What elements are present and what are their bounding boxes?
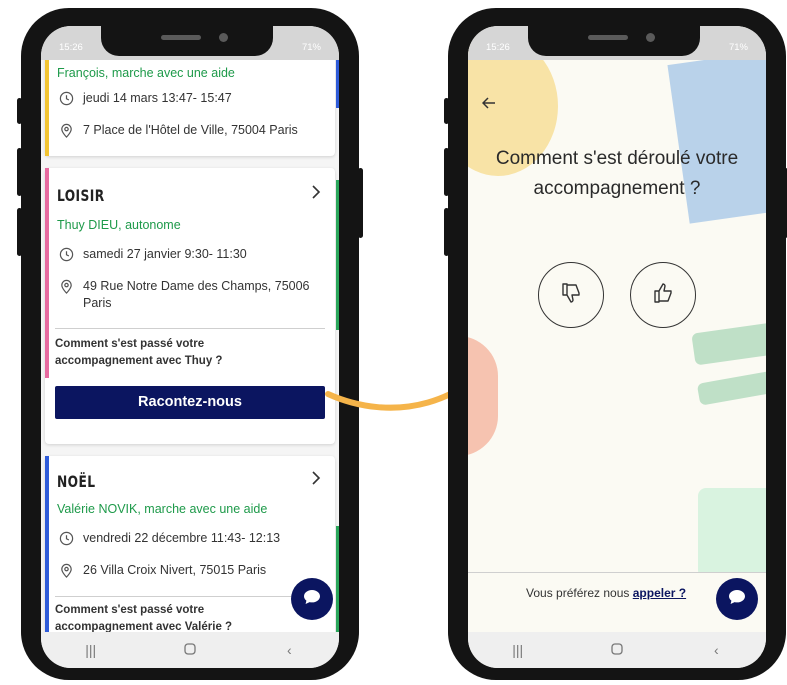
right-screen: 15:26 71% Comment s'est déroulé votre ac…: [468, 26, 766, 668]
stage: 15:26 71% François, marche avec une aide…: [0, 0, 787, 685]
left-phone: 15:26 71% François, marche avec une aide…: [17, 8, 363, 680]
address-row: 49 Rue Notre Dame des Champs, 75006 Pari…: [57, 278, 310, 312]
date-row: jeudi 14 mars 13:47- 15:47: [57, 90, 232, 107]
clock-icon: [59, 531, 74, 551]
phone-side-button: [17, 148, 22, 196]
booking-card-francois[interactable]: François, marche avec une aide jeudi 14 …: [45, 60, 339, 156]
card-stripe: [45, 168, 49, 378]
chat-bubble-icon: [303, 589, 321, 610]
android-nav-bar: ||| ‹: [41, 632, 339, 668]
question-line1: Comment s'est passé votre: [55, 604, 205, 616]
status-time: 15:26: [486, 42, 510, 53]
status-battery: 71%: [728, 42, 748, 53]
card-stripe: [45, 456, 49, 632]
chevron-right-icon[interactable]: [311, 470, 321, 491]
feedback-title: Comment s'est déroulé votre accompagneme…: [468, 144, 766, 204]
phone-side-button: [444, 148, 449, 196]
address-row: 7 Place de l'Hôtel de Ville, 75004 Paris: [57, 122, 298, 139]
thumbs-down-button[interactable]: [538, 262, 604, 328]
card-stripe: [45, 60, 49, 156]
card-edge: [336, 180, 339, 330]
back-icon[interactable]: ‹: [269, 642, 309, 658]
companion-name: Thuy DIEU, autonome: [57, 218, 181, 232]
booking-list[interactable]: François, marche avec une aide jeudi 14 …: [41, 60, 339, 632]
divider: [55, 596, 325, 597]
footer-text: Vous préférez nous: [526, 586, 630, 600]
address-row: 26 Villa Croix Nivert, 75015 Paris: [57, 562, 266, 579]
decor-blob: [698, 488, 766, 578]
clock-icon: [59, 91, 74, 111]
location-pin-icon: [59, 123, 74, 143]
question-line1: Comment s'est passé votre: [55, 338, 205, 350]
right-phone: 15:26 71% Comment s'est déroulé votre ac…: [444, 8, 787, 680]
companion-name: Valérie NOVIK, marche avec une aide: [57, 502, 268, 516]
date-row: samedi 27 janvier 9:30- 11:30: [57, 246, 247, 263]
home-icon[interactable]: [170, 642, 210, 658]
question-line2: accompagnement avec Thuy ?: [55, 355, 223, 367]
thumbs-down-icon: [559, 281, 583, 310]
date-text: jeudi 14 mars 13:47- 15:47: [83, 91, 232, 105]
decor-blob: [696, 368, 766, 406]
companion-name: François, marche avec une aide: [57, 66, 235, 80]
chat-button[interactable]: [291, 578, 333, 620]
phone-power-button: [358, 168, 363, 238]
address-text: 26 Villa Croix Nivert, 75015 Paris: [83, 563, 267, 577]
phone-side-button: [444, 208, 449, 256]
chat-button[interactable]: [716, 578, 758, 620]
question-line2: accompagnement avec Valérie ?: [55, 621, 233, 632]
thumbs-up-icon: [651, 281, 675, 310]
phone-side-button: [17, 208, 22, 256]
status-battery: 71%: [301, 42, 321, 53]
thumbs-up-button[interactable]: [630, 262, 696, 328]
address-text: 7 Place de l'Hôtel de Ville, 75004 Paris: [83, 123, 298, 137]
home-icon[interactable]: [597, 642, 637, 658]
feedback-question: Comment s'est passé votre accompagnement…: [55, 336, 222, 370]
recent-apps-icon[interactable]: |||: [498, 642, 538, 658]
booking-card-loisir[interactable]: LOISIR Thuy DIEU, autonome samedi 27 jan…: [45, 168, 339, 444]
phone-side-button: [444, 98, 449, 124]
clock-icon: [59, 247, 74, 267]
date-row: vendredi 22 décembre 11:43- 12:13: [57, 530, 280, 547]
card-title: LOISIR: [57, 186, 105, 205]
date-text: vendredi 22 décembre 11:43- 12:13: [83, 531, 281, 545]
decor-blob: [691, 318, 766, 366]
left-screen: 15:26 71% François, marche avec une aide…: [41, 26, 339, 668]
title-line2: accompagnement ?: [533, 178, 701, 199]
tell-us-button[interactable]: Racontez-nous: [55, 386, 325, 419]
recent-apps-icon[interactable]: |||: [71, 642, 111, 658]
address-line1: 49 Rue Notre Dame des Champs, 75006: [83, 279, 310, 293]
location-pin-icon: [59, 563, 74, 583]
card-edge: [336, 60, 339, 108]
date-text: samedi 27 janvier 9:30- 11:30: [83, 247, 247, 261]
android-nav-bar: ||| ‹: [468, 632, 766, 668]
status-time: 15:26: [59, 42, 83, 53]
decor-blob: [468, 336, 498, 456]
divider: [55, 328, 325, 329]
title-line1: Comment s'est déroulé votre: [495, 148, 739, 169]
card-edge: [336, 526, 339, 632]
phone-side-button: [17, 98, 22, 124]
back-icon[interactable]: ‹: [696, 642, 736, 658]
back-arrow-icon[interactable]: [481, 96, 496, 114]
chevron-right-icon[interactable]: [311, 184, 321, 205]
notch: [528, 26, 700, 56]
location-pin-icon: [59, 279, 74, 299]
notch: [101, 26, 273, 56]
chat-bubble-icon: [728, 589, 746, 610]
feedback-question: Comment s'est passé votre accompagnement…: [55, 602, 232, 632]
call-link[interactable]: appeler ?: [633, 586, 686, 600]
card-title: NOËL: [57, 472, 96, 491]
address-line2: Paris: [83, 296, 112, 310]
